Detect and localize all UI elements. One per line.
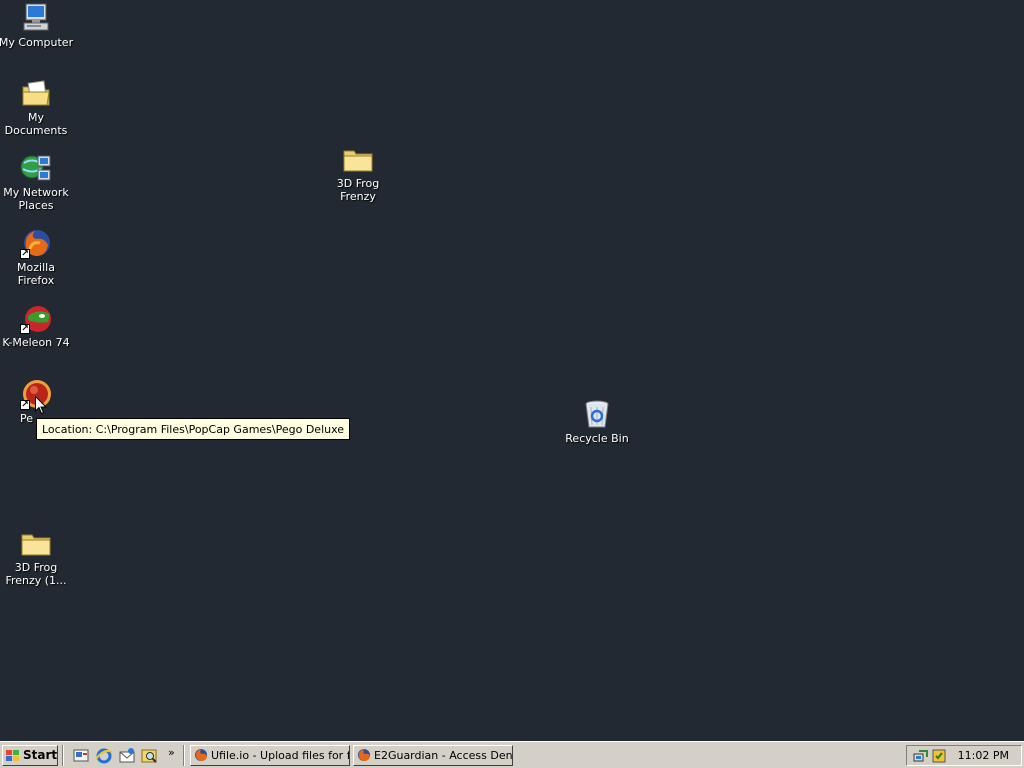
- task-label: E2Guardian - Access Deni...: [374, 749, 513, 762]
- shortcut-arrow-icon: ↗: [20, 324, 30, 334]
- desktop-icon-my-documents[interactable]: My Documents: [0, 77, 74, 137]
- location-tooltip: Location: C:\Program Files\PopCap Games\…: [36, 418, 351, 440]
- clock[interactable]: 11:02 PM: [958, 749, 1009, 762]
- desktop-icon-label: My Documents: [4, 111, 68, 137]
- desktop-icon-my-network-places[interactable]: My Network Places: [0, 152, 74, 212]
- shortcut-arrow-icon: ↗: [20, 249, 30, 259]
- network-connection-icon[interactable]: [913, 748, 929, 764]
- documents-folder-icon: [20, 77, 52, 109]
- desktop-icon-3d-frog-frenzy[interactable]: 3D Frog Frenzy: [320, 143, 396, 203]
- desktop-icon-my-computer[interactable]: My Computer: [0, 2, 74, 49]
- desktop-icon-3d-frog-frenzy-1[interactable]: 3D Frog Frenzy (1...: [0, 527, 74, 587]
- folder-icon: [20, 527, 52, 559]
- windows-logo-icon: [6, 749, 20, 761]
- show-desktop-icon[interactable]: [72, 747, 90, 765]
- computer-icon: [20, 2, 52, 34]
- start-button[interactable]: Start: [2, 745, 58, 766]
- firefox-icon: [194, 748, 208, 762]
- desktop: My Computer My Documents My Network Plac…: [0, 0, 1024, 741]
- taskbar-separator: [183, 745, 185, 766]
- outlook-express-icon[interactable]: [118, 747, 136, 765]
- desktop-icon-recycle-bin[interactable]: Recycle Bin: [559, 398, 635, 445]
- search-icon[interactable]: [141, 747, 159, 765]
- desktop-icon-label: 3D Frog Frenzy (1...: [5, 561, 67, 587]
- folder-icon: [342, 143, 374, 175]
- firefox-icon: [357, 748, 371, 762]
- system-tray: 11:02 PM: [906, 745, 1022, 766]
- taskbar: Start » Ufile.io - Upload files for f...…: [0, 741, 1024, 768]
- firefox-icon: ↗: [20, 227, 52, 259]
- desktop-icon-label: 3D Frog Frenzy: [336, 177, 380, 203]
- desktop-icon-label: My Computer: [0, 36, 74, 49]
- shortcut-arrow-icon: ↗: [20, 400, 30, 410]
- security-shield-icon[interactable]: [931, 748, 947, 764]
- taskbar-window-ufile[interactable]: Ufile.io - Upload files for f...: [190, 745, 350, 766]
- taskbar-separator: [62, 745, 64, 766]
- task-label: Ufile.io - Upload files for f...: [211, 749, 350, 762]
- internet-explorer-icon[interactable]: [95, 747, 113, 765]
- desktop-icon-label: Recycle Bin: [565, 432, 629, 445]
- desktop-icon-label: My Network Places: [3, 186, 69, 212]
- network-globe-icon: [20, 152, 52, 184]
- start-label: Start: [23, 748, 58, 762]
- desktop-icon-k-meleon[interactable]: ↗ K-Meleon 74: [0, 302, 74, 349]
- taskbar-window-e2guardian[interactable]: E2Guardian - Access Deni...: [353, 745, 513, 766]
- quick-launch-overflow-chevron[interactable]: »: [168, 746, 175, 759]
- desktop-icon-label: K-Meleon 74: [2, 336, 70, 349]
- k-meleon-icon: ↗: [20, 302, 52, 334]
- mouse-pointer-icon: [35, 395, 48, 418]
- desktop-icon-mozilla-firefox[interactable]: ↗ Mozilla Firefox: [0, 227, 74, 287]
- recycle-bin-icon: [581, 398, 613, 430]
- desktop-icon-label: Mozilla Firefox: [17, 261, 55, 287]
